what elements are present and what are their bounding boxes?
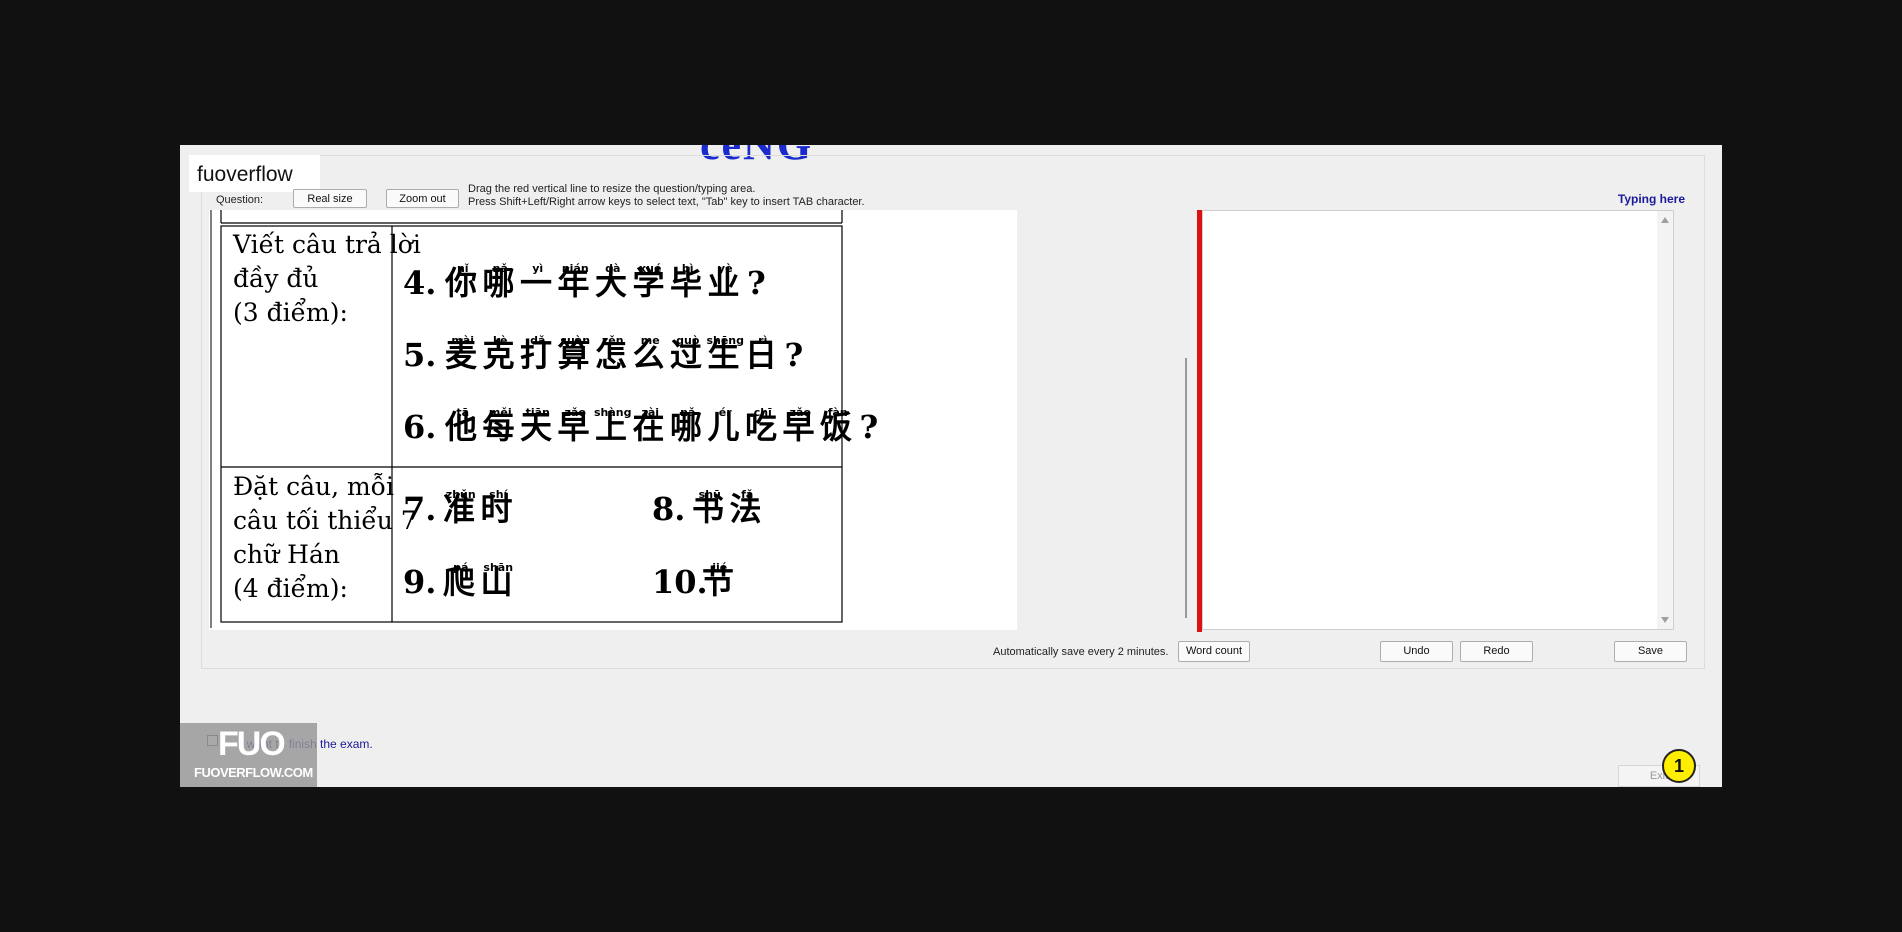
pinyin-label: dà bbox=[605, 262, 620, 275]
watermark: FUO FUOVERFLOW.COM bbox=[180, 723, 317, 787]
scroll-up-icon[interactable] bbox=[1661, 217, 1669, 223]
hint-line-2: Press Shift+Left/Right arrow keys to sel… bbox=[468, 196, 865, 208]
pinyin-label: měi bbox=[489, 406, 512, 419]
pinyin-label: fàn bbox=[828, 406, 848, 419]
pinyin-label: jié bbox=[711, 561, 727, 574]
pinyin-label: shān bbox=[483, 561, 513, 574]
pinyin-label: dǎ bbox=[530, 334, 545, 347]
prompt-line: chữ Hán bbox=[233, 540, 340, 569]
pinyin-label: zǎo bbox=[565, 406, 587, 419]
question-scroll-thumb[interactable] bbox=[1185, 358, 1187, 618]
answer-scrollbar[interactable] bbox=[1657, 211, 1673, 629]
pinyin-label: chī bbox=[754, 406, 772, 419]
prompt-line: Viết câu trả lời bbox=[232, 230, 421, 259]
real-size-button[interactable]: Real size bbox=[293, 189, 367, 208]
typing-here-label: Typing here bbox=[1617, 192, 1685, 206]
prompt-line: (4 điểm): bbox=[233, 574, 348, 603]
sentence-end: ? bbox=[860, 408, 879, 446]
watermark-logo: FUO bbox=[218, 725, 286, 763]
prompt-line: câu tối thiểu 7 bbox=[233, 506, 417, 535]
pinyin-label: kè bbox=[493, 334, 507, 347]
question-image: Viết câu trả lời đầy đủ (3 điểm): Đặt câu, … bbox=[209, 210, 1179, 630]
exam-window: ceNG fuoverflow Question: Real size Zoom… bbox=[180, 145, 1722, 787]
pinyin-label: nián bbox=[562, 262, 589, 275]
pinyin-label: suàn bbox=[560, 334, 590, 347]
resize-hint: Drag the red vertical line to resize the… bbox=[468, 183, 865, 209]
hint-line-1: Drag the red vertical line to resize the… bbox=[468, 183, 756, 195]
pinyin-label: yè bbox=[718, 262, 733, 275]
pinyin-label: shū bbox=[699, 488, 721, 501]
zoom-out-button[interactable]: Zoom out bbox=[386, 189, 459, 208]
word-number: 7. bbox=[403, 490, 436, 528]
pinyin-label: tā bbox=[456, 406, 469, 419]
pinyin-label: xué bbox=[639, 262, 661, 275]
pinyin-label: bì bbox=[682, 262, 694, 275]
word-number: 8. bbox=[652, 490, 685, 528]
answer-textarea[interactable] bbox=[1202, 210, 1674, 630]
pinyin-label: nǎ bbox=[680, 406, 695, 419]
sentence-number: 4. bbox=[403, 264, 436, 302]
pinyin-label: yì bbox=[532, 262, 543, 275]
prompt-line: (3 điểm): bbox=[233, 298, 348, 327]
pinyin-label: fǎ bbox=[741, 488, 753, 501]
prompt-line: đầy đủ bbox=[233, 264, 319, 293]
sentence-end: ? bbox=[747, 264, 766, 302]
pinyin-label: zěn bbox=[602, 334, 624, 347]
pinyin-label: rì bbox=[758, 334, 767, 347]
pinyin-label: ér bbox=[719, 406, 732, 419]
logo-tab: fuoverflow bbox=[189, 155, 320, 192]
pinyin-label: guò bbox=[676, 334, 700, 347]
pinyin-label: shí bbox=[489, 488, 508, 501]
redo-button[interactable]: Redo bbox=[1460, 641, 1533, 662]
watermark-url: FUOVERFLOW.COM bbox=[194, 765, 313, 780]
pinyin-label: zǎo bbox=[790, 406, 812, 419]
logo-text: fuoverflow bbox=[197, 163, 293, 186]
pinyin-label: tiān bbox=[526, 406, 550, 419]
undo-button[interactable]: Undo bbox=[1380, 641, 1453, 662]
save-button[interactable]: Save bbox=[1614, 641, 1687, 662]
sentence-end: ? bbox=[785, 336, 804, 374]
pinyin-label: pá bbox=[453, 561, 468, 574]
pinyin-label: mài bbox=[451, 334, 474, 347]
word-number: 10. bbox=[652, 563, 708, 601]
word-number: 9. bbox=[403, 563, 436, 601]
pinyin-label: shēng bbox=[706, 334, 744, 347]
sentence-number: 6. bbox=[403, 408, 436, 446]
pinyin-label: zhǔn bbox=[446, 488, 476, 501]
question-area: Viết câu trả lời đầy đủ (3 điểm): Đặt câu, … bbox=[209, 210, 1179, 630]
pinyin-label: me bbox=[641, 334, 660, 347]
step-badge: 1 bbox=[1662, 749, 1696, 783]
pinyin-label: nǎ bbox=[493, 262, 508, 275]
scroll-down-icon[interactable] bbox=[1661, 617, 1669, 623]
autosave-note: Automatically save every 2 minutes. bbox=[993, 646, 1169, 658]
pinyin-label: zài bbox=[641, 406, 659, 419]
prompt-line: Đặt câu, mỗi bbox=[233, 472, 394, 501]
word-count-button[interactable]: Word count bbox=[1178, 641, 1250, 662]
pinyin-label: nǐ bbox=[457, 262, 470, 275]
question-label: Question: bbox=[216, 194, 264, 206]
pinyin-label: shàng bbox=[594, 406, 632, 419]
question-scrollbar[interactable] bbox=[1185, 218, 1188, 630]
sentence-number: 5. bbox=[403, 336, 436, 374]
